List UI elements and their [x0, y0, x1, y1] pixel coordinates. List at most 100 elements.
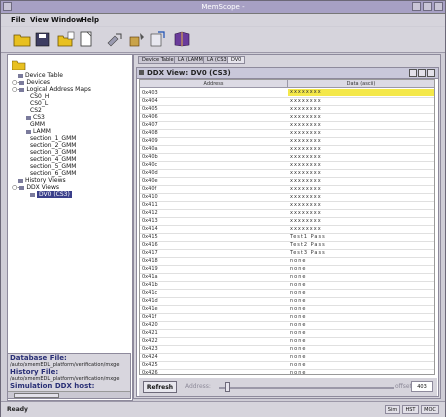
- tree-cs3[interactable]: CS3: [26, 114, 45, 121]
- tree-logical-address-maps[interactable]: ○- Logical Address Maps: [12, 86, 91, 93]
- row-data[interactable]: none: [290, 290, 306, 296]
- row-data[interactable]: none: [290, 346, 306, 352]
- scroll-thumb[interactable]: [14, 393, 59, 398]
- horizontal-scrollbar[interactable]: [8, 391, 130, 398]
- row-address: 0x41f: [142, 314, 157, 320]
- tab-dv0[interactable]: DV0: [227, 56, 246, 64]
- row-address: 0x41a: [142, 274, 158, 280]
- expand-icon[interactable]: ○-: [12, 79, 19, 86]
- row-data[interactable]: none: [290, 274, 306, 280]
- row-address: 0x41d: [142, 298, 158, 304]
- row-data[interactable]: none: [290, 258, 306, 264]
- row-data[interactable]: xxxxxxxx: [290, 114, 322, 120]
- row-data[interactable]: xxxxxxxx: [290, 130, 322, 136]
- address-slider-thumb[interactable]: [225, 382, 230, 392]
- tree-devices[interactable]: ○- Devices: [12, 79, 50, 86]
- row-address: 0x403: [142, 90, 158, 96]
- menu-help[interactable]: Help: [81, 16, 99, 24]
- tree-section-2-gmm[interactable]: section_2_GMM: [30, 142, 76, 149]
- tab-device-table[interactable]: Device Table: [138, 56, 178, 64]
- export-icon[interactable]: [148, 31, 166, 47]
- row-data[interactable]: none: [290, 370, 306, 374]
- tree-cs0-h[interactable]: CS0_H: [30, 93, 49, 100]
- menu-window[interactable]: Window: [51, 16, 82, 24]
- row-data[interactable]: xxxxxxxx: [290, 186, 322, 192]
- row-data[interactable]: xxxxxxxx: [290, 106, 322, 112]
- book-icon[interactable]: [173, 31, 191, 47]
- ddx-view-titlebar[interactable]: DDX View: DV0 (CS3): [137, 68, 438, 79]
- menu-view[interactable]: View: [30, 16, 49, 24]
- offset-input[interactable]: 403: [411, 381, 433, 392]
- maximize-icon[interactable]: [418, 69, 426, 77]
- tree-section-1-gmm[interactable]: section_1_GMM: [30, 135, 76, 142]
- tools-icon[interactable]: [128, 31, 146, 47]
- tree-ddx-views[interactable]: ○- DDX Views: [12, 184, 59, 191]
- tree-section-4-gmm[interactable]: section_4_GMM: [30, 156, 76, 163]
- column-header-address[interactable]: Address: [140, 80, 288, 88]
- tree-dv0[interactable]: DV0 (CS3): [30, 191, 72, 198]
- tree-label: CS0_L: [30, 100, 49, 107]
- title-bar[interactable]: MemScope -: [1, 1, 445, 14]
- tree-section-6-gmm[interactable]: section_6_GMM: [30, 170, 76, 177]
- tree-history-views[interactable]: History Views: [18, 177, 66, 184]
- row-data[interactable]: xxxxxxxx: [290, 210, 322, 216]
- row-data[interactable]: xxxxxxxx: [290, 98, 322, 104]
- row-data[interactable]: none: [290, 362, 306, 368]
- tab-label: LA (LAMM): [178, 57, 205, 63]
- tree-section-5-gmm[interactable]: section_5_GMM: [30, 163, 76, 170]
- tree-gmm[interactable]: GMM: [30, 121, 45, 128]
- memory-table[interactable]: Address Data (ascii) 0x403 xxxxxxxx 0x404 x…: [139, 79, 435, 375]
- row-data[interactable]: xxxxxxxx: [290, 218, 322, 224]
- tree-lamm[interactable]: LAMM: [26, 128, 51, 135]
- main-workspace: Device Table LA (LAMM) LA (CS3) DV0 DDX …: [133, 54, 441, 399]
- row-data[interactable]: xxxxxxxx: [290, 122, 322, 128]
- row-data[interactable]: xxxxxxxx: [290, 138, 322, 144]
- column-header-data[interactable]: Data (ascii): [288, 80, 434, 88]
- row-data[interactable]: xxxxxxxx: [290, 170, 322, 176]
- row-data[interactable]: xxxxxxxx: [288, 89, 434, 96]
- tree-device-table[interactable]: Device Table: [18, 72, 63, 79]
- row-data[interactable]: xxxxxxxx: [290, 162, 322, 168]
- row-data[interactable]: none: [290, 306, 306, 312]
- row-data[interactable]: xxxxxxxx: [290, 178, 322, 184]
- row-data[interactable]: none: [290, 314, 306, 320]
- close-icon[interactable]: [427, 69, 435, 77]
- row-data[interactable]: none: [290, 298, 306, 304]
- address-slider-track[interactable]: [219, 387, 394, 389]
- tree-section-3-gmm[interactable]: section_3_GMM: [30, 149, 76, 156]
- row-address: 0x419: [142, 266, 158, 272]
- row-data[interactable]: none: [290, 282, 306, 288]
- collapse-icon[interactable]: ○-: [12, 184, 19, 191]
- row-data[interactable]: none: [290, 354, 306, 360]
- tree-label: CS3: [33, 114, 45, 121]
- refresh-button[interactable]: Refresh: [143, 381, 177, 393]
- row-data[interactable]: Test1 Pass: [290, 234, 326, 240]
- tree-cs2[interactable]: CS2: [30, 107, 42, 114]
- row-address: 0x417: [142, 250, 158, 256]
- row-data[interactable]: Test3 Pass: [290, 250, 326, 256]
- row-data[interactable]: xxxxxxxx: [290, 226, 322, 232]
- save-icon[interactable]: [34, 31, 52, 47]
- open-folder-icon[interactable]: [13, 31, 31, 47]
- row-data[interactable]: none: [290, 322, 306, 328]
- menu-file[interactable]: File: [11, 16, 25, 24]
- row-data[interactable]: xxxxxxxx: [290, 146, 322, 152]
- row-data[interactable]: none: [290, 330, 306, 336]
- table-row[interactable]: 0x426 none: [140, 369, 434, 374]
- row-data[interactable]: Test2 Pass: [290, 242, 326, 248]
- restore-icon[interactable]: [409, 69, 417, 77]
- minimize-button[interactable]: [412, 2, 421, 11]
- row-data[interactable]: xxxxxxxx: [290, 194, 322, 200]
- row-data[interactable]: xxxxxxxx: [290, 202, 322, 208]
- row-data[interactable]: none: [290, 266, 306, 272]
- row-data[interactable]: none: [290, 338, 306, 344]
- connect-icon[interactable]: [106, 31, 124, 47]
- new-document-icon[interactable]: [77, 31, 95, 47]
- new-folder-icon[interactable]: [57, 31, 75, 47]
- close-button[interactable]: [434, 2, 443, 11]
- row-data[interactable]: xxxxxxxx: [290, 154, 322, 160]
- maximize-button[interactable]: [423, 2, 432, 11]
- collapse-icon[interactable]: ○-: [12, 86, 19, 93]
- navigation-tree[interactable]: Device Table ○- Devices ○- Logical Address…: [7, 54, 133, 401]
- tree-cs0-l[interactable]: CS0_L: [30, 100, 48, 107]
